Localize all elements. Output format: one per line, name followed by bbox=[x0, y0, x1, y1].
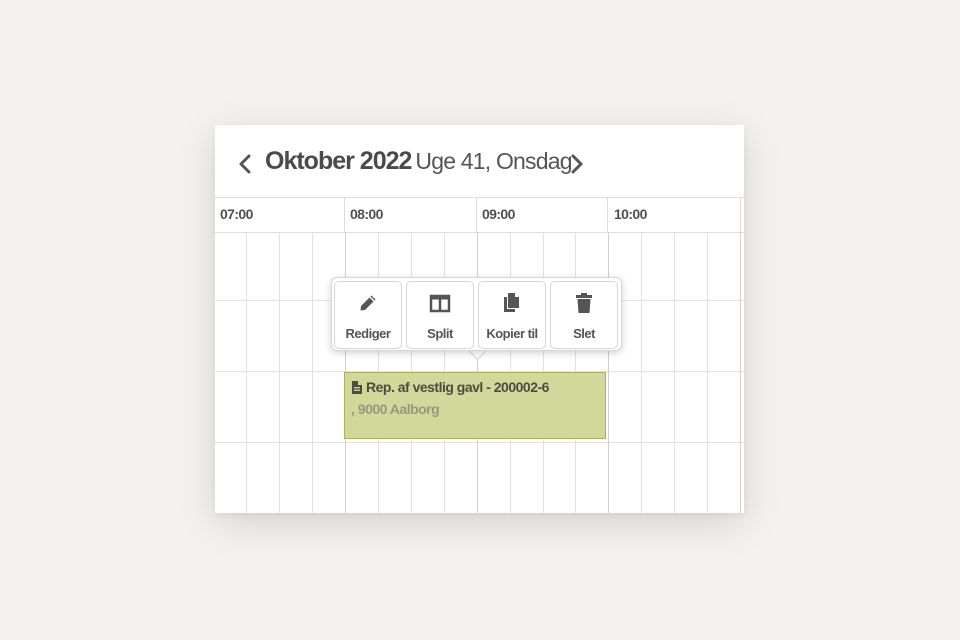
row-divider bbox=[215, 442, 744, 443]
time-header: 07:00 08:00 09:00 10:00 bbox=[215, 197, 744, 233]
split-label: Split bbox=[427, 326, 453, 341]
calendar-event[interactable]: Rep. af vestlig gavl - 200002-6 , 9000 A… bbox=[344, 372, 606, 439]
delete-button[interactable]: Slet bbox=[550, 281, 618, 349]
trash-icon bbox=[576, 293, 592, 313]
slot-divider bbox=[312, 232, 313, 513]
event-title-text: Rep. af vestlig gavl - 200002-6 bbox=[366, 379, 549, 395]
hour-divider bbox=[607, 198, 608, 232]
split-columns-icon bbox=[429, 294, 451, 313]
hour-divider bbox=[476, 198, 477, 232]
next-day-button[interactable] bbox=[565, 149, 589, 179]
slot-divider bbox=[608, 232, 609, 513]
delete-label: Slet bbox=[573, 326, 595, 341]
hour-label: 09:00 bbox=[482, 206, 515, 222]
copy-to-label: Kopier til bbox=[486, 326, 538, 341]
slot-divider bbox=[246, 232, 247, 513]
date-title: Oktober 2022 Uge 41, Onsdag bbox=[265, 147, 573, 176]
hour-label: 10:00 bbox=[614, 206, 647, 222]
copy-icon bbox=[504, 293, 519, 312]
event-address: , 9000 Aalborg bbox=[351, 401, 440, 417]
calendar-card: Oktober 2022 Uge 41, Onsdag 07:00 08:00 0… bbox=[215, 125, 744, 513]
previous-day-button[interactable] bbox=[233, 149, 257, 179]
edit-button[interactable]: Rediger bbox=[334, 281, 402, 349]
split-button[interactable]: Split bbox=[406, 281, 474, 349]
chevron-right-icon bbox=[571, 154, 583, 174]
calendar-header: Oktober 2022 Uge 41, Onsdag bbox=[215, 125, 744, 197]
slot-divider bbox=[674, 232, 675, 513]
hour-label: 08:00 bbox=[350, 206, 383, 222]
hour-divider bbox=[740, 198, 741, 232]
event-action-popover: Rediger Split Kopier til Slet bbox=[331, 277, 622, 351]
month-year-label: Oktober 2022 bbox=[265, 147, 412, 175]
hour-divider bbox=[344, 198, 345, 232]
slot-divider bbox=[740, 232, 741, 513]
slot-divider bbox=[279, 232, 280, 513]
pencil-icon bbox=[360, 295, 376, 311]
week-day-label: Uge 41, Onsdag bbox=[415, 148, 572, 174]
document-icon bbox=[352, 380, 362, 394]
slot-divider bbox=[641, 232, 642, 513]
edit-label: Rediger bbox=[345, 326, 391, 341]
hour-label: 07:00 bbox=[220, 206, 253, 222]
event-title: Rep. af vestlig gavl - 200002-6 bbox=[351, 379, 549, 395]
chevron-left-icon bbox=[239, 154, 251, 174]
copy-to-button[interactable]: Kopier til bbox=[478, 281, 546, 349]
slot-divider bbox=[707, 232, 708, 513]
